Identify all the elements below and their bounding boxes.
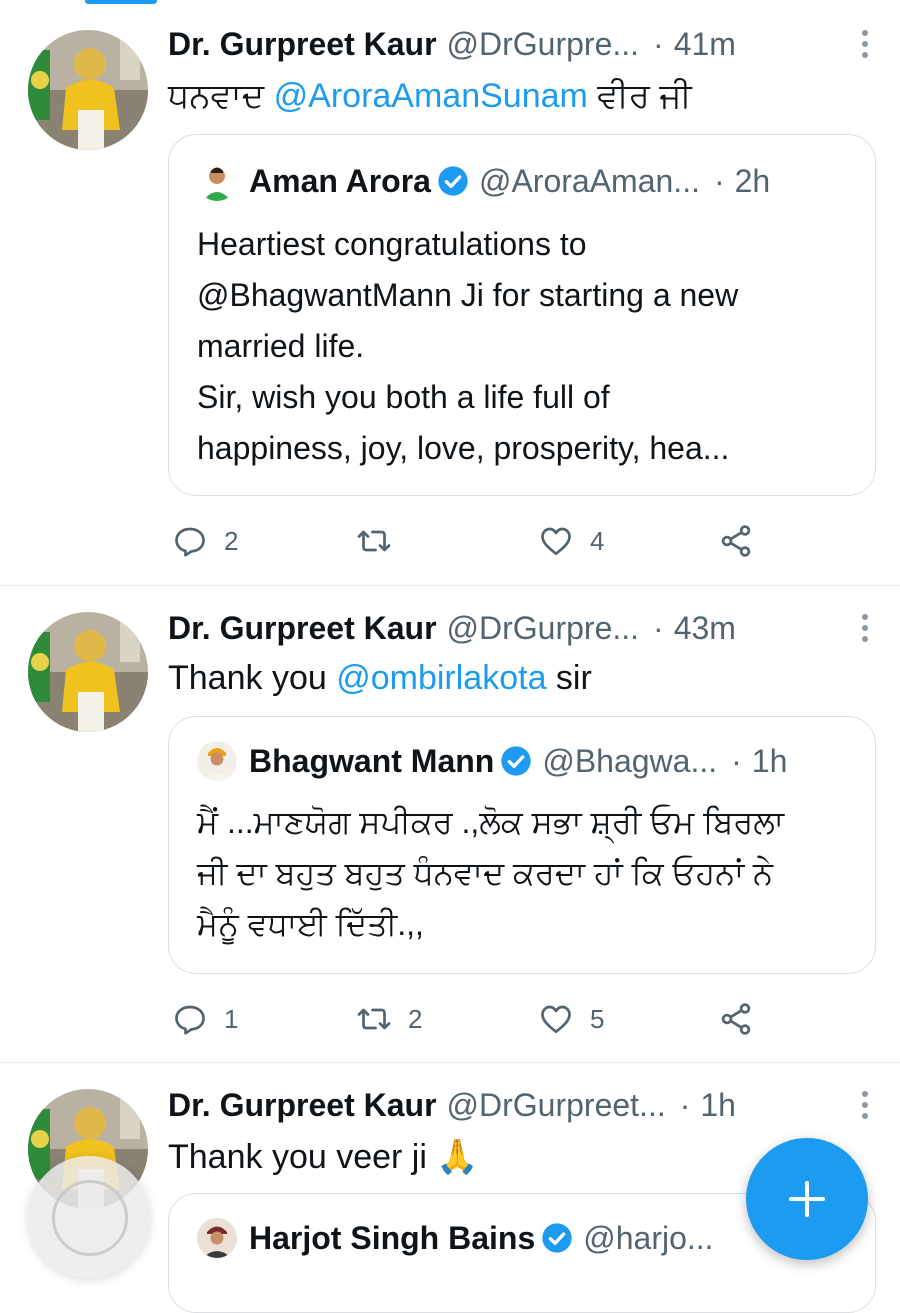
quote-avatar — [197, 161, 237, 201]
text-segment: Thank you — [168, 659, 337, 697]
compose-tweet-button[interactable] — [746, 1138, 868, 1260]
retweet-icon — [357, 530, 391, 552]
timestamp[interactable]: 43m — [674, 610, 736, 647]
verified-badge-icon — [438, 166, 468, 196]
quoted-tweet[interactable]: Bhagwant Mann @Bhagwa... · 1h ਮੈਂ ...ਮਾਣ… — [168, 716, 876, 974]
reply-icon — [175, 1005, 205, 1035]
quote-text: ਮੈਂ ...ਮਾਣਯੋਗ ਸਪੀਕਰ .,ਲੋਕ ਸਭਾ ਸ਼੍ਰੀ ਓਮ ਬ… — [197, 797, 851, 950]
tweet[interactable]: Dr. Gurpreet Kaur @DrGurpre... · 41m ਧਨਵ… — [0, 0, 900, 586]
quote-author-handle[interactable]: @harjo... — [583, 1220, 713, 1257]
more-options-icon[interactable] — [860, 1083, 870, 1127]
verified-badge-icon — [501, 746, 531, 776]
more-options-icon[interactable] — [860, 606, 870, 650]
quote-timestamp[interactable]: 1h — [752, 743, 788, 780]
tweet-text: Thank you @ombirlakota sir — [168, 656, 870, 700]
share-button[interactable] — [718, 994, 754, 1044]
separator-dot: · — [713, 162, 725, 199]
mention-link[interactable]: @AroraAmanSunam — [274, 77, 588, 115]
author-name[interactable]: Dr. Gurpreet Kaur — [168, 610, 437, 647]
separator-dot: · — [679, 1086, 691, 1123]
author-handle[interactable]: @DrGurpre... — [447, 26, 640, 63]
author-name[interactable]: Dr. Gurpreet Kaur — [168, 1087, 437, 1124]
quote-author-handle[interactable]: @Bhagwa... — [542, 743, 717, 780]
compose-plus-icon — [789, 1181, 825, 1217]
tweet-actions: 2 4 — [0, 516, 900, 566]
quote-text: Heartiest congratulations to @BhagwantMa… — [197, 219, 851, 474]
like-icon — [541, 1005, 571, 1034]
quoted-tweet[interactable]: Aman Arora @AroraAman... · 2h Heartiest … — [168, 134, 876, 496]
retweet-button[interactable] — [356, 516, 408, 566]
more-options-icon[interactable] — [860, 22, 870, 66]
quote-author-handle[interactable]: @AroraAman... — [479, 163, 700, 200]
quote-author-name[interactable]: Aman Arora — [249, 163, 431, 200]
tweet-actions: 1 2 5 — [0, 994, 900, 1044]
separator-dot: · — [653, 25, 664, 62]
retweet-button[interactable]: 2 — [356, 994, 422, 1044]
author-handle[interactable]: @DrGurpreet... — [447, 1087, 666, 1124]
like-button[interactable]: 5 — [538, 994, 604, 1044]
quote-line: ਮੈਂ ...ਮਾਣਯੋਗ ਸਪੀਕਰ .,ਲੋਕ ਸਭਾ ਸ਼੍ਰੀ ਓਮ ਬ… — [197, 804, 784, 840]
share-icon — [721, 1003, 751, 1035]
tweet-text: ਧਨਵਾਦ @AroraAmanSunam ਵੀਰ ਜੀ — [168, 74, 870, 118]
text-segment: ਵੀਰ ਜੀ — [587, 77, 692, 115]
like-count: 5 — [590, 1003, 605, 1034]
avatar[interactable] — [28, 612, 148, 732]
quote-avatar — [197, 741, 237, 781]
quote-line: Sir, wish you both a life full of — [197, 379, 610, 415]
quote-line: ਜੀ ਦਾ ਬਹੁਤ ਬਹੁਤ ਧੰਨਵਾਦ ਕਰਦਾ ਹਾਂ ਕਿ ਓਹਨਾਂ… — [197, 855, 774, 891]
text-segment: ਧਨਵਾਦ — [168, 77, 274, 115]
quote-line: @BhagwantMann Ji for starting a new — [197, 277, 739, 313]
text-segment: sir — [546, 659, 592, 697]
avatar[interactable] — [28, 30, 148, 150]
quote-line: happiness, joy, love, prosperity, hea... — [197, 430, 730, 466]
like-count: 4 — [590, 525, 605, 556]
reply-button[interactable]: 2 — [172, 516, 238, 566]
quote-line: married life. — [197, 328, 365, 364]
floating-assistive-touch[interactable] — [28, 1156, 150, 1278]
timestamp[interactable]: 41m — [674, 26, 736, 63]
verified-badge-icon — [542, 1223, 572, 1253]
share-button[interactable] — [718, 516, 754, 566]
mention-link[interactable]: @ombirlakota — [336, 659, 546, 697]
reply-count: 1 — [224, 1003, 239, 1034]
separator-dot: · — [731, 742, 742, 779]
quote-author-name[interactable]: Harjot Singh Bains — [249, 1220, 535, 1257]
quote-timestamp[interactable]: 2h — [735, 163, 771, 200]
quote-line: ਮੈਨੂੰ ਵਧਾਈ ਦਿੱਤੀ.,, — [197, 906, 424, 942]
tweet[interactable]: Dr. Gurpreet Kaur @DrGurpre... · 43m Tha… — [0, 586, 900, 1063]
reply-button[interactable]: 1 — [172, 994, 238, 1044]
timestamp[interactable]: 1h — [700, 1087, 736, 1124]
like-icon — [541, 527, 571, 556]
reply-count: 2 — [224, 525, 239, 556]
retweet-icon — [357, 1008, 391, 1030]
like-button[interactable]: 4 — [538, 516, 604, 566]
author-handle[interactable]: @DrGurpre... — [447, 610, 640, 647]
quote-author-name[interactable]: Bhagwant Mann — [249, 743, 494, 780]
quote-line: Heartiest congratulations to — [197, 226, 587, 262]
share-icon — [721, 525, 751, 557]
retweet-count: 2 — [408, 1003, 423, 1034]
quote-avatar — [197, 1218, 237, 1258]
author-name[interactable]: Dr. Gurpreet Kaur — [168, 26, 437, 63]
separator-dot: · — [653, 609, 664, 646]
reply-icon — [175, 527, 205, 557]
